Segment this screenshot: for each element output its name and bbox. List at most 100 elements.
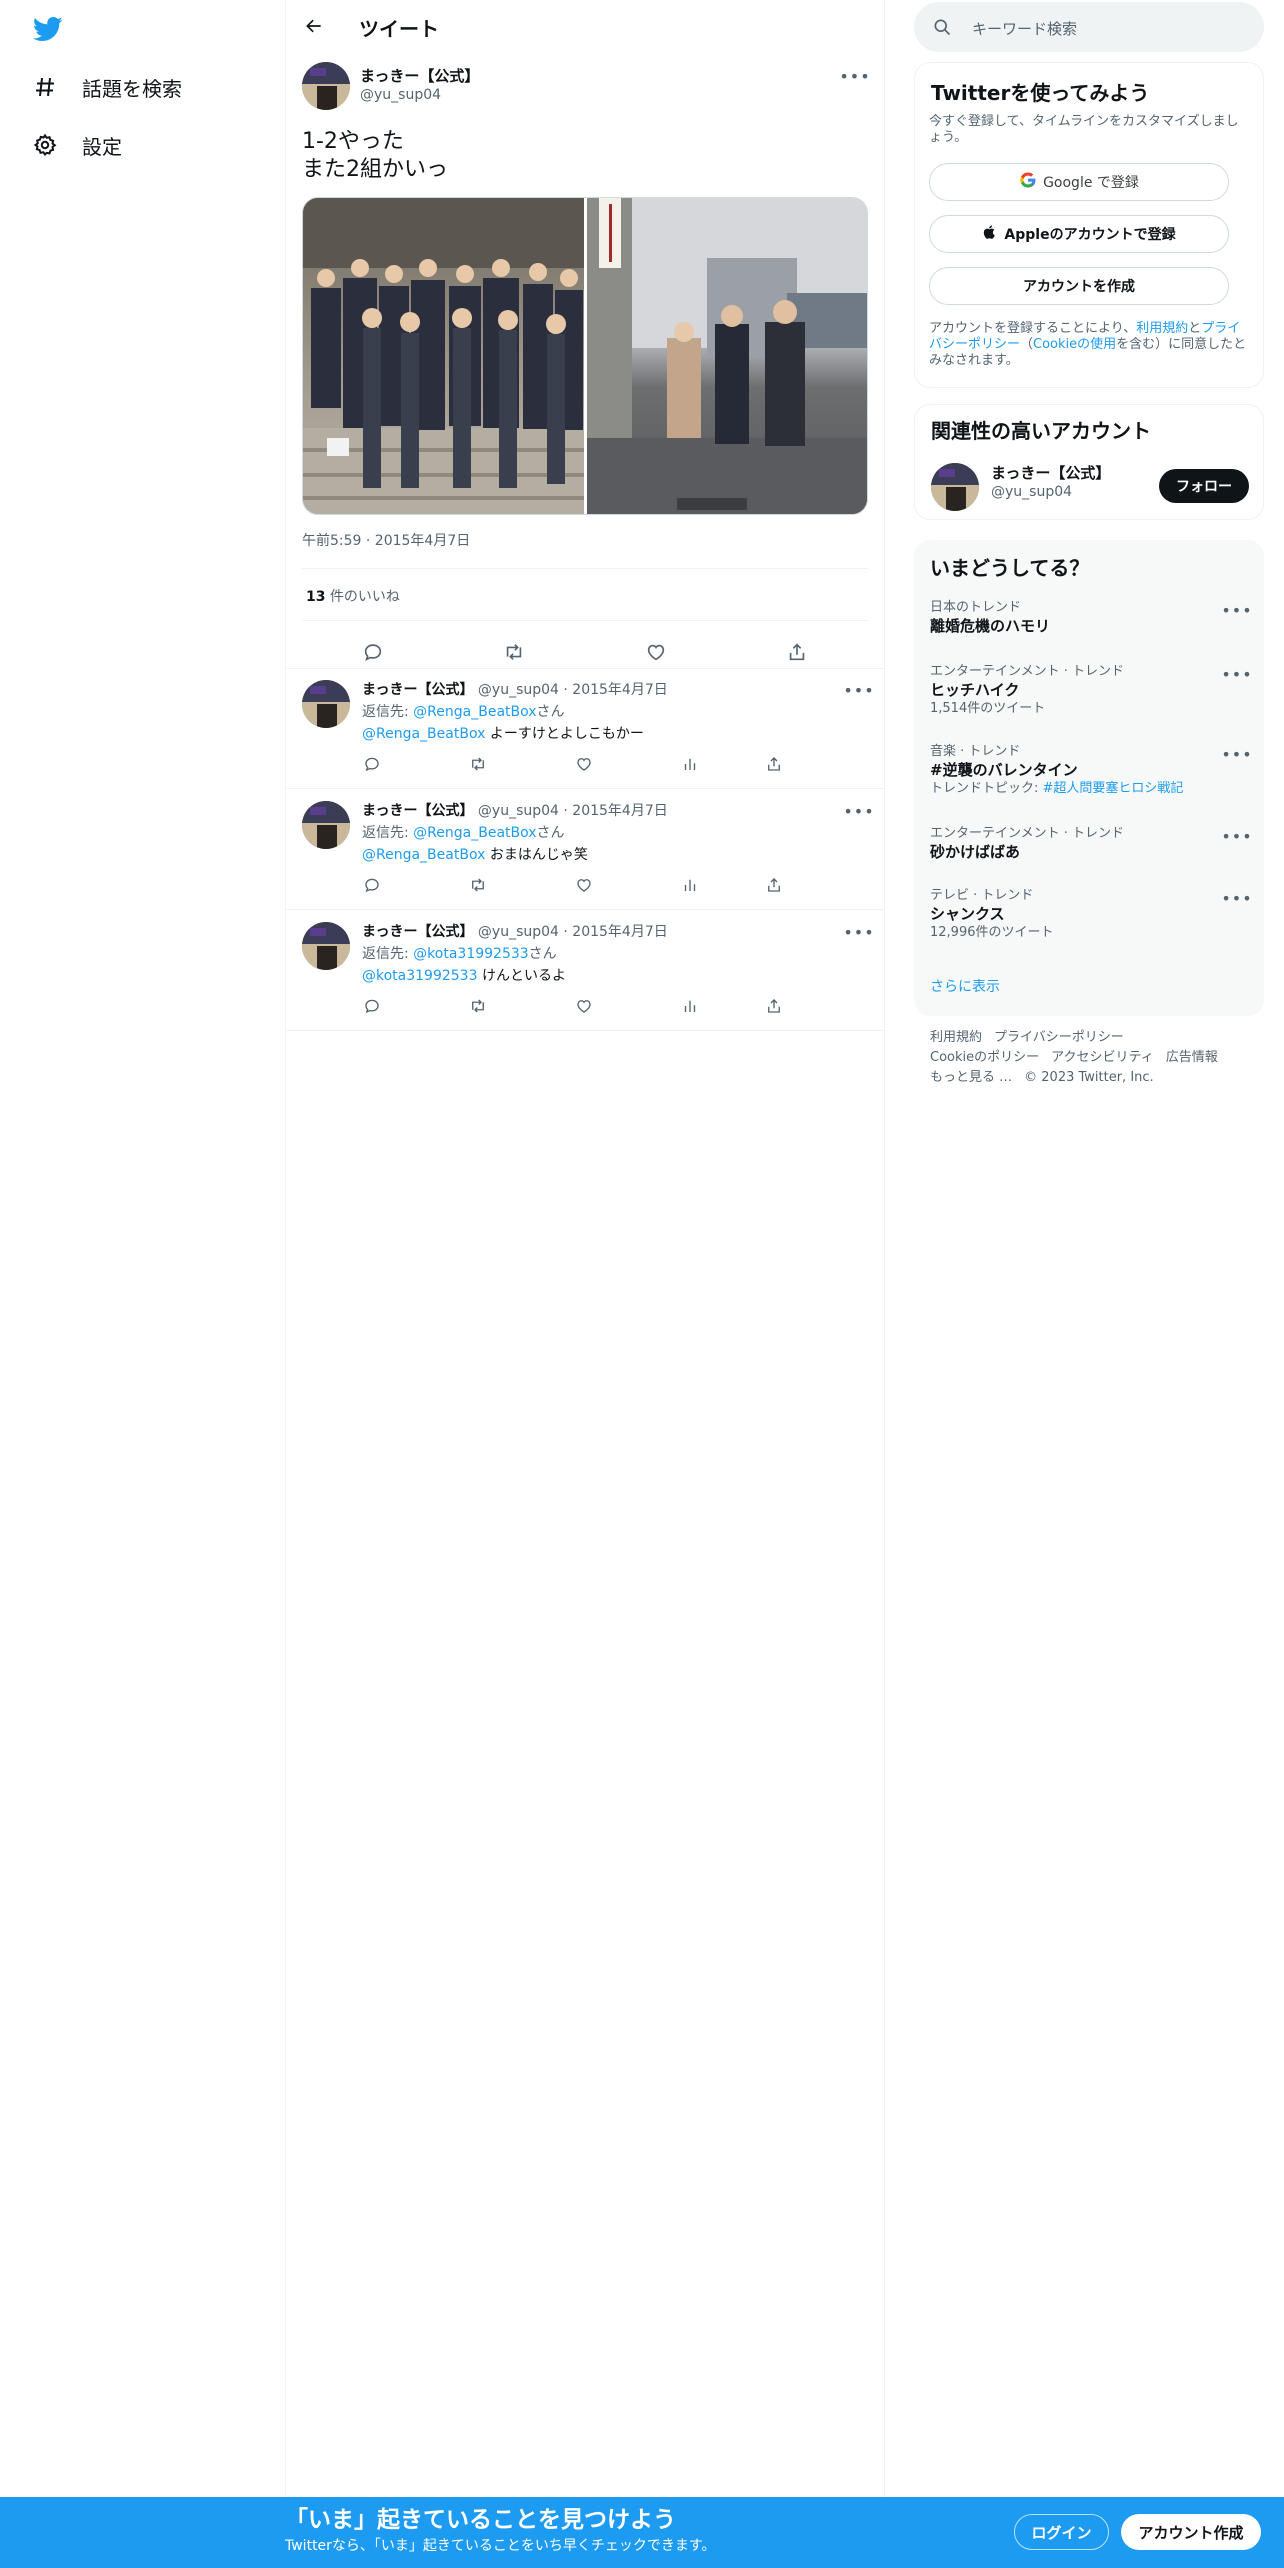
footer-link[interactable]: プライバシーポリシー	[994, 1030, 1124, 1045]
login-button[interactable]: ログイン	[1014, 2514, 1109, 2550]
search-input[interactable]: キーワード検索	[972, 18, 1077, 39]
nav-item-explore[interactable]: 話題を検索	[32, 67, 182, 107]
more-options-icon[interactable]: •••	[1221, 600, 1251, 620]
follow-button[interactable]: フォロー	[1159, 469, 1249, 503]
trend-item[interactable]: テレビ · トレンド シャンクス 12,996件のツイート •••	[930, 888, 1252, 942]
share-icon[interactable]	[762, 994, 786, 1018]
tweet-photo-teachers[interactable]	[587, 198, 867, 514]
trend-topic-link[interactable]: #超人問要塞ヒロシ戦記	[1043, 781, 1184, 796]
reply-to-link[interactable]: @kota31992533	[413, 946, 529, 962]
reply-to-link[interactable]: @Renga_BeatBox	[413, 825, 536, 841]
create-account-label: アカウントを作成	[1023, 279, 1135, 295]
reply-tweet[interactable]: まっきー【公式】 @yu_sup04 · 2015年4月7日 ••• 返信先: …	[286, 789, 884, 910]
author-name[interactable]: まっきー【公式】	[362, 682, 473, 698]
trend-item[interactable]: 日本のトレンド 離婚危機のハモリ •••	[930, 600, 1252, 636]
trend-name: 砂かけばばあ	[930, 843, 1021, 861]
back-arrow-icon[interactable]	[300, 12, 328, 40]
footer-link[interactable]: 利用規約	[930, 1030, 982, 1045]
share-icon[interactable]	[762, 873, 786, 897]
footer-link[interactable]: 広告情報	[1166, 1050, 1218, 1065]
analytics-icon[interactable]	[678, 752, 702, 776]
more-options-icon[interactable]: •••	[1221, 888, 1251, 908]
mention-link[interactable]: @kota31992533	[362, 968, 478, 984]
avatar[interactable]	[302, 801, 350, 849]
footer-more-link[interactable]: もっと見る …	[930, 1070, 1012, 1085]
tweet-photo-group[interactable]	[303, 198, 584, 514]
cookie-link[interactable]: Cookieの使用	[1033, 337, 1116, 352]
avatar[interactable]	[302, 922, 350, 970]
retweet-icon[interactable]	[466, 752, 490, 776]
avatar[interactable]	[931, 463, 979, 511]
analytics-icon[interactable]	[678, 873, 702, 897]
tweet-media[interactable]	[302, 197, 868, 515]
reply-header: まっきー【公式】 @yu_sup04 · 2015年4月7日	[362, 922, 668, 942]
reply-tweet[interactable]: まっきー【公式】 @yu_sup04 · 2015年4月7日 ••• 返信先: …	[286, 668, 884, 789]
more-options-icon[interactable]: •••	[843, 680, 873, 700]
related-name[interactable]: まっきー【公式】	[991, 463, 1110, 483]
likes-count[interactable]: 13 件のいいね	[306, 586, 400, 606]
search-bar[interactable]: キーワード検索	[914, 2, 1264, 52]
terms-link[interactable]: 利用規約	[1136, 321, 1188, 336]
mention-link[interactable]: @Renga_BeatBox	[362, 847, 485, 863]
trend-item[interactable]: エンターテインメント · トレンド ヒッチハイク 1,514件のツイート •••	[930, 664, 1252, 718]
more-options-icon[interactable]: •••	[1221, 664, 1251, 684]
more-options-icon[interactable]: •••	[1221, 744, 1251, 764]
related-accounts-card: 関連性の高いアカウント まっきー【公式】 @yu_sup04 フォロー	[914, 404, 1264, 520]
retweet-icon[interactable]	[466, 994, 490, 1018]
twitter-logo-icon[interactable]	[32, 14, 64, 44]
trend-name: #逆襲のバレンタイン	[930, 761, 1078, 779]
author-handle[interactable]: @yu_sup04	[478, 682, 559, 698]
more-options-icon[interactable]: •••	[1221, 826, 1251, 846]
reply-icon[interactable]	[360, 873, 384, 897]
avatar[interactable]	[302, 680, 350, 728]
footer-link[interactable]: アクセシビリティ	[1051, 1050, 1154, 1065]
nav-item-settings[interactable]: 設定	[32, 125, 122, 165]
mention-link[interactable]: @Renga_BeatBox	[362, 726, 485, 742]
like-icon[interactable]	[638, 634, 674, 670]
reply-tweet[interactable]: まっきー【公式】 @yu_sup04 · 2015年4月7日 ••• 返信先: …	[286, 910, 884, 1031]
like-icon[interactable]	[572, 752, 596, 776]
reply-body: よーすけとよしこもかー	[485, 726, 644, 742]
reply-date[interactable]: · 2015年4月7日	[559, 682, 667, 698]
more-options-icon[interactable]: •••	[843, 922, 873, 942]
reply-to-link[interactable]: @Renga_BeatBox	[413, 704, 536, 720]
analytics-icon[interactable]	[678, 994, 702, 1018]
reply-date[interactable]: · 2015年4月7日	[559, 924, 667, 940]
create-account-button[interactable]: アカウントを作成	[929, 267, 1229, 305]
reply-date[interactable]: · 2015年4月7日	[559, 803, 667, 819]
trend-item[interactable]: エンターテインメント · トレンド 砂かけばばあ •••	[930, 826, 1252, 862]
signup-card: Twitterを使ってみよう 今すぐ登録して、タイムラインをカスタマイズしましょ…	[914, 62, 1264, 388]
footer-link[interactable]: Cookieのポリシー	[930, 1050, 1039, 1065]
share-icon[interactable]	[762, 752, 786, 776]
author-handle[interactable]: @yu_sup04	[360, 86, 479, 104]
retweet-icon[interactable]	[496, 634, 532, 670]
share-icon[interactable]	[779, 634, 815, 670]
related-handle[interactable]: @yu_sup04	[991, 483, 1072, 501]
author-handle[interactable]: @yu_sup04	[478, 803, 559, 819]
retweet-icon[interactable]	[466, 873, 490, 897]
more-options-icon[interactable]: •••	[843, 801, 873, 821]
author-name[interactable]: まっきー【公式】	[362, 924, 473, 940]
like-icon[interactable]	[572, 873, 596, 897]
reply-icon[interactable]	[355, 634, 391, 670]
google-signup-button[interactable]: Google で登録	[929, 163, 1229, 201]
tweet-timestamp[interactable]: 午前5:59 · 2015年4月7日	[302, 530, 470, 550]
author-handle[interactable]: @yu_sup04	[478, 924, 559, 940]
terms-open: （	[1020, 337, 1034, 352]
apple-signup-button[interactable]: Appleのアカウントで登録	[929, 215, 1229, 253]
avatar[interactable]	[302, 62, 350, 110]
author-name[interactable]: まっきー【公式】	[360, 66, 479, 86]
replying-to: 返信先: @Renga_BeatBoxさん	[362, 702, 565, 722]
like-icon[interactable]	[572, 994, 596, 1018]
reply-icon[interactable]	[360, 752, 384, 776]
signup-button[interactable]: アカウント作成	[1121, 2514, 1261, 2550]
tweet-author[interactable]: まっきー【公式】 @yu_sup04	[360, 66, 479, 104]
reply-actions	[362, 873, 792, 897]
replying-to: 返信先: @kota31992533さん	[362, 944, 557, 964]
trend-item[interactable]: 音楽 · トレンド #逆襲のバレンタイン トレンドトピック: #超人問要塞ヒロシ…	[930, 744, 1252, 798]
author-name[interactable]: まっきー【公式】	[362, 803, 473, 819]
reply-icon[interactable]	[360, 994, 384, 1018]
show-more-link[interactable]: さらに表示	[930, 976, 1000, 996]
more-options-icon[interactable]: •••	[839, 66, 869, 86]
reply-prefix: 返信先:	[362, 704, 414, 720]
